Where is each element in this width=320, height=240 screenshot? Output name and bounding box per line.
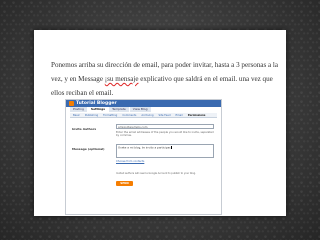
slide-text: Ponemos arriba su dirección de email, pa… — [51, 58, 279, 100]
subtab-formatting[interactable]: Formatting — [103, 113, 117, 117]
subtab-publishing[interactable]: Publishing — [85, 113, 98, 117]
tab-posting[interactable]: Posting — [70, 107, 87, 112]
message-text: Únete a mi blog, te invito a participar. — [118, 145, 172, 150]
tab-template[interactable]: Template — [109, 107, 129, 112]
message-textarea[interactable]: Únete a mi blog, te invito a participar. — [116, 144, 214, 158]
send-invite-button[interactable]: SEND — [116, 181, 133, 186]
blogger-header: Tutorial Blogger — [66, 100, 221, 107]
subtab-basic[interactable]: Basic — [73, 113, 80, 117]
slide-text-underlined: ¡su mensaje — [104, 75, 139, 83]
message-label: Message (optional) — [72, 147, 105, 151]
email-hint: Enter the email addresses of the people … — [116, 131, 214, 138]
invite-authors-label: Invite Authors — [72, 127, 97, 131]
subtab-comments[interactable]: Comments — [122, 113, 136, 117]
subtab-permissions[interactable]: Permissions — [188, 113, 206, 117]
main-tabs: Posting Settings Template View Blog — [70, 107, 151, 112]
email-field[interactable]: amigo@ejemplo.com — [116, 124, 214, 129]
invite-footnote: Invited authors will need a Google Accou… — [116, 172, 196, 175]
subtab-site-feed[interactable]: Site Feed — [159, 113, 171, 117]
choose-contacts-link[interactable]: Choose from contacts — [116, 160, 144, 163]
text-cursor — [171, 146, 173, 149]
subtab-archiving[interactable]: Archiving — [141, 113, 153, 117]
blog-title: Tutorial Blogger — [76, 101, 117, 106]
subtab-email[interactable]: Email — [176, 113, 183, 117]
settings-subtabs: Basic Publishing Formatting Comments Arc… — [70, 113, 217, 118]
tab-settings[interactable]: Settings — [87, 107, 109, 112]
blogger-logo-icon — [69, 101, 74, 106]
blogger-screenshot: Tutorial Blogger Posting Settings Templa… — [65, 99, 222, 215]
tab-view-blog[interactable]: View Blog — [129, 107, 151, 112]
